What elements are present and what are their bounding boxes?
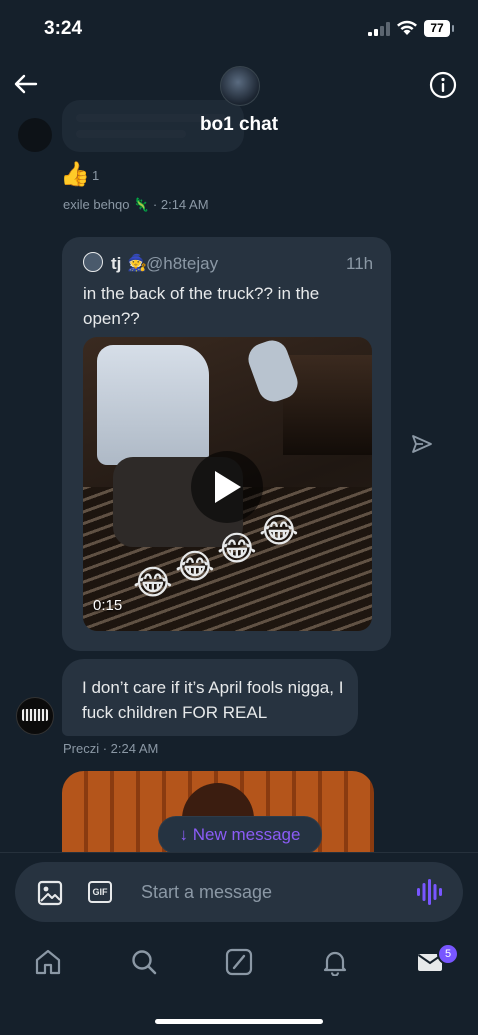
info-icon[interactable]	[428, 70, 458, 100]
notifications-bell-icon[interactable]	[321, 948, 349, 976]
sender-avatar-logo	[22, 709, 48, 721]
image-icon[interactable]	[37, 880, 63, 906]
post-author-handle: @h8tejay	[146, 254, 219, 273]
post-author-name: tj	[111, 254, 122, 273]
battery-tip	[452, 25, 454, 32]
gif-button[interactable]: GIF	[88, 881, 112, 903]
messages-badge: 5	[437, 943, 459, 965]
sender-avatar[interactable]	[16, 697, 54, 735]
signal-icon	[368, 22, 390, 36]
new-message-label: ↓ New message	[179, 825, 301, 844]
grok-icon[interactable]	[225, 948, 253, 976]
group-avatar[interactable]	[220, 66, 260, 106]
wifi-icon	[397, 20, 417, 35]
message-input[interactable]	[131, 872, 411, 912]
home-icon[interactable]	[34, 948, 62, 976]
post-author-avatar[interactable]	[83, 252, 103, 272]
battery-indicator: 77	[424, 20, 450, 37]
search-icon[interactable]	[130, 948, 158, 976]
message-meta: exile behqo 🦎 · 2:14 AM	[63, 197, 209, 212]
video-thumbnail[interactable]: 😂 😂 😂 😂 0:15	[83, 337, 372, 631]
chat-title[interactable]: bo1 chat	[0, 114, 478, 136]
reaction-count: 1	[92, 168, 100, 183]
video-duration: 0:15	[93, 597, 123, 614]
post-text: in the back of the truck?? in the open??	[83, 284, 320, 328]
post-timestamp: 11h	[346, 254, 374, 273]
message-meta: Preczi · 2:24 AM	[63, 741, 159, 756]
laughing-emoji: 😂	[175, 548, 215, 586]
share-arrow-icon[interactable]	[410, 432, 434, 456]
back-arrow-icon[interactable]	[12, 70, 40, 98]
home-indicator[interactable]	[155, 1019, 323, 1024]
voice-message-icon[interactable]	[416, 878, 442, 906]
laughing-emoji: 😂	[133, 564, 173, 602]
post-author-emoji: 🧙	[127, 255, 147, 272]
status-time: 3:24	[44, 18, 83, 39]
play-icon	[215, 471, 241, 503]
new-message-button[interactable]: ↓ New message	[158, 816, 322, 854]
laughing-emoji: 😂	[217, 530, 257, 568]
video-scene-seat	[283, 355, 372, 455]
message-text: I don’t care if it’s April fools nigga, …	[82, 678, 344, 722]
thumbs-up-reaction[interactable]: 👍	[60, 160, 90, 189]
laughing-emoji: 😂	[259, 512, 299, 550]
video-scene-person	[97, 345, 209, 465]
